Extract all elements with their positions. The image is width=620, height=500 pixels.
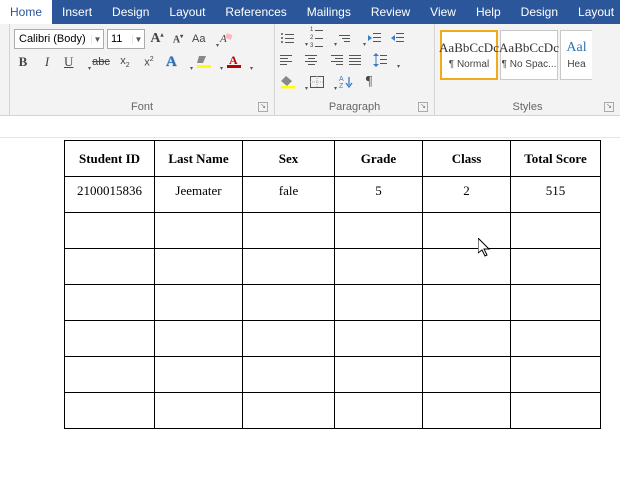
svg-text:A: A <box>219 33 227 45</box>
shrink-font-icon[interactable]: A▾ <box>169 30 187 48</box>
cell-last-name[interactable]: Jeemater <box>155 177 243 213</box>
tab-review[interactable]: Review <box>361 0 420 24</box>
cell-sex[interactable]: fale <box>243 177 335 213</box>
align-center-icon[interactable] <box>302 51 320 69</box>
underline-icon[interactable]: U <box>62 53 86 71</box>
table-row: 2100015836 Jeemater fale 5 2 515 <box>65 177 601 213</box>
chevron-down-icon: ▼ <box>91 35 103 44</box>
table-header-row: Student ID Last Name Sex Grade Class Tot… <box>65 141 601 177</box>
th-grade[interactable]: Grade <box>335 141 423 177</box>
superscript-icon[interactable]: x2 <box>140 53 158 71</box>
table-row <box>65 393 601 429</box>
table-row <box>65 357 601 393</box>
cell-grade[interactable]: 5 <box>335 177 423 213</box>
bold-icon[interactable]: B <box>14 53 32 71</box>
justify-icon[interactable] <box>348 51 366 69</box>
cell-class[interactable]: 2 <box>423 177 511 213</box>
tab-home[interactable]: Home <box>0 0 52 24</box>
group-label-styles: Styles↘ <box>439 99 616 115</box>
change-case-icon[interactable]: Aa <box>190 30 214 48</box>
th-class[interactable]: Class <box>423 141 511 177</box>
sort-icon[interactable]: AZ <box>337 73 355 91</box>
subscript-icon[interactable]: x2 <box>116 53 134 71</box>
borders-icon[interactable] <box>308 73 332 91</box>
font-size-combo[interactable]: 11 ▼ <box>107 29 145 49</box>
multilevel-list-icon[interactable] <box>337 29 361 47</box>
font-name-combo[interactable]: Calibri (Body) ▼ <box>14 29 104 49</box>
tab-references[interactable]: References <box>215 0 296 24</box>
th-last-name[interactable]: Last Name <box>155 141 243 177</box>
th-sex[interactable]: Sex <box>243 141 335 177</box>
clear-formatting-icon[interactable]: A <box>217 30 235 48</box>
group-paragraph: 123 AZ ¶ Paragraph↘ <box>275 24 435 115</box>
group-styles: AaBbCcDc ¶ Normal AaBbCcDc ¶ No Spac... … <box>435 24 620 115</box>
group-font: Calibri (Body) ▼ 11 ▼ A▴ A▾ Aa A B I U a… <box>10 24 275 115</box>
svg-text:Z: Z <box>339 83 344 89</box>
styles-dialog-launcher-icon[interactable]: ↘ <box>604 102 614 112</box>
highlight-icon[interactable] <box>194 53 218 71</box>
group-label-font: Font↘ <box>14 99 270 115</box>
tab-layout[interactable]: Layout <box>159 0 215 24</box>
style-heading1[interactable]: Aal Hea <box>560 30 592 80</box>
th-student-id[interactable]: Student ID <box>65 141 155 177</box>
font-size-value: 11 <box>108 33 132 45</box>
cell-student-id[interactable]: 2100015836 <box>65 177 155 213</box>
tab-insert[interactable]: Insert <box>52 0 102 24</box>
bullets-icon[interactable] <box>279 29 303 47</box>
ribbon: Calibri (Body) ▼ 11 ▼ A▴ A▾ Aa A B I U a… <box>0 24 620 116</box>
decrease-indent-icon[interactable] <box>366 29 384 47</box>
line-spacing-icon[interactable] <box>371 51 395 69</box>
align-left-icon[interactable] <box>279 51 297 69</box>
ribbon-tabs: Home Insert Design Layout References Mai… <box>0 0 620 24</box>
group-label-paragraph: Paragraph↘ <box>279 99 430 115</box>
increase-indent-icon[interactable] <box>389 29 407 47</box>
svg-text:A: A <box>339 76 344 83</box>
tab-view[interactable]: View <box>420 0 466 24</box>
chevron-down-icon: ▼ <box>132 35 144 44</box>
numbering-icon[interactable]: 123 <box>308 29 332 47</box>
tab-context-design[interactable]: Design <box>511 0 568 24</box>
document-area[interactable]: Student ID Last Name Sex Grade Class Tot… <box>0 140 620 429</box>
student-table[interactable]: Student ID Last Name Sex Grade Class Tot… <box>64 140 601 429</box>
show-marks-icon[interactable]: ¶ <box>360 73 378 91</box>
text-effects-icon[interactable]: A <box>164 53 188 71</box>
cell-total-score[interactable]: 515 <box>511 177 601 213</box>
tab-context-layout[interactable]: Layout <box>568 0 620 24</box>
tab-mailings[interactable]: Mailings <box>297 0 361 24</box>
table-row <box>65 321 601 357</box>
tab-help[interactable]: Help <box>466 0 511 24</box>
shading-icon[interactable] <box>279 73 303 91</box>
table-row <box>65 285 601 321</box>
font-color-icon[interactable]: A <box>224 53 248 71</box>
font-name-value: Calibri (Body) <box>15 33 91 45</box>
italic-icon[interactable]: I <box>38 53 56 71</box>
align-right-icon[interactable] <box>325 51 343 69</box>
table-row <box>65 213 601 249</box>
font-dialog-launcher-icon[interactable]: ↘ <box>258 102 268 112</box>
th-total-score[interactable]: Total Score <box>511 141 601 177</box>
paragraph-dialog-launcher-icon[interactable]: ↘ <box>418 102 428 112</box>
strikethrough-icon[interactable]: abc <box>92 53 110 71</box>
style-normal[interactable]: AaBbCcDc ¶ Normal <box>440 30 498 80</box>
grow-font-icon[interactable]: A▴ <box>148 30 166 48</box>
table-row <box>65 249 601 285</box>
ruler <box>0 116 620 138</box>
tab-design[interactable]: Design <box>102 0 159 24</box>
style-no-spacing[interactable]: AaBbCcDc ¶ No Spac... <box>500 30 558 80</box>
